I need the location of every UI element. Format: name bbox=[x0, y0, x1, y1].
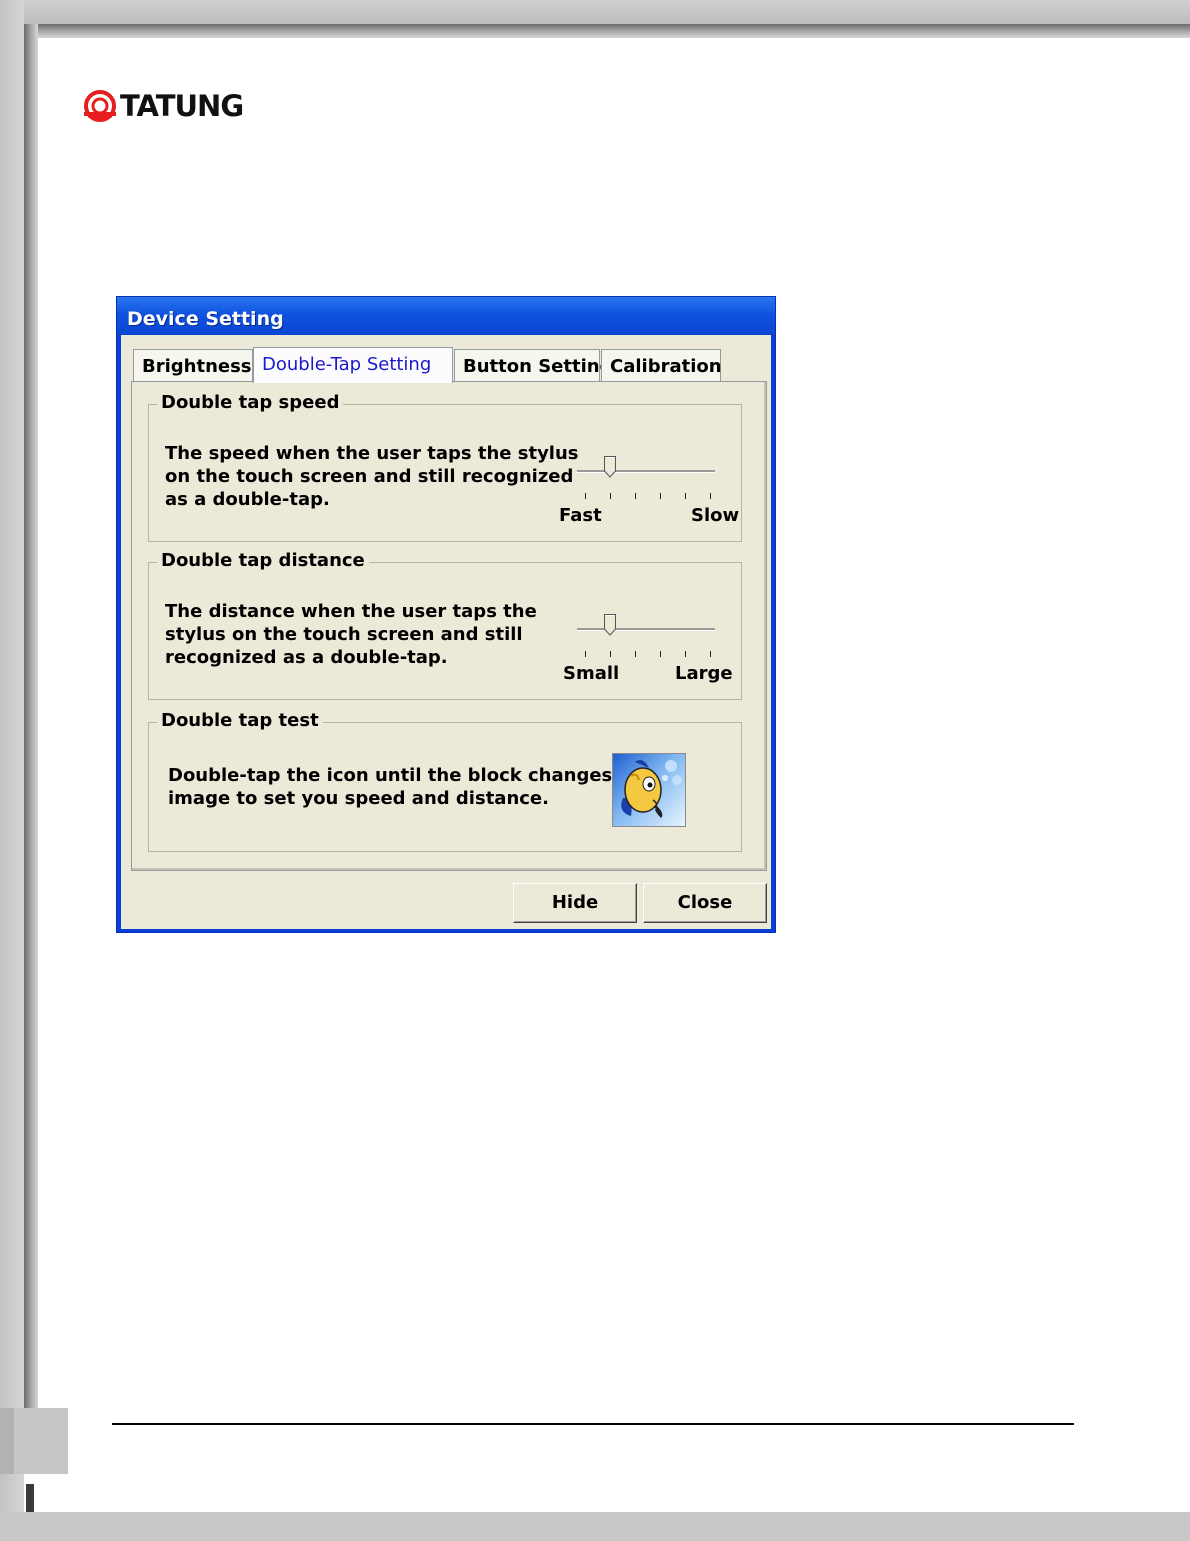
window-client-area: Brightness Double-Tap Setting Button Set… bbox=[121, 335, 771, 929]
slider-tick bbox=[585, 651, 586, 657]
slider-tick bbox=[660, 493, 661, 499]
tab-panel-double-tap: Double tap speed The speed when the user… bbox=[131, 381, 767, 871]
distance-description: The distance when the user taps the styl… bbox=[165, 601, 537, 668]
tatung-logo: TATUNG bbox=[82, 88, 244, 124]
slider-tick bbox=[585, 493, 586, 499]
tab-calibration-label: Calibration bbox=[610, 356, 722, 377]
slider-tick bbox=[710, 651, 711, 657]
page-corner-tick bbox=[26, 1484, 34, 1512]
group-double-tap-distance: Double tap distance The distance when th… bbox=[148, 550, 742, 700]
tatung-logo-icon bbox=[84, 90, 116, 122]
slider-tick bbox=[710, 493, 711, 499]
page-corner-notch bbox=[0, 1408, 14, 1474]
slider-tick bbox=[635, 493, 636, 499]
slider-tick bbox=[660, 651, 661, 657]
group-double-tap-speed: Double tap speed The speed when the user… bbox=[148, 392, 742, 542]
slider-track bbox=[577, 628, 715, 631]
tab-brightness-label: Brightness bbox=[142, 356, 252, 377]
distance-max-label: Large bbox=[675, 663, 733, 684]
group-legend-speed: Double tap speed bbox=[157, 392, 344, 413]
page-frame-top-shadow bbox=[24, 24, 1190, 38]
group-legend-distance: Double tap distance bbox=[157, 550, 369, 571]
logo-text: TATUNG bbox=[120, 89, 244, 123]
group-double-tap-test: Double tap test Double-tap the icon unti… bbox=[148, 710, 742, 852]
slider-thumb[interactable] bbox=[604, 614, 616, 636]
slider-track bbox=[577, 470, 715, 473]
speed-max-label: Slow bbox=[691, 505, 740, 526]
slider-thumb[interactable] bbox=[604, 456, 616, 478]
page-frame-left-shadow bbox=[24, 24, 38, 1412]
slider-tick bbox=[635, 651, 636, 657]
footer-rule bbox=[112, 1423, 1074, 1425]
device-setting-window: Device Setting Brightness Double-Tap Set… bbox=[116, 296, 776, 933]
page-frame-bottom bbox=[0, 1512, 1190, 1541]
distance-min-label: Small bbox=[563, 663, 620, 684]
tab-calibration[interactable]: Calibration bbox=[601, 349, 722, 381]
window-title: Device Setting bbox=[127, 308, 284, 330]
slider-tick bbox=[685, 651, 686, 657]
fish-icon[interactable] bbox=[612, 753, 686, 827]
close-button[interactable]: Close bbox=[643, 883, 767, 923]
tab-button-setting[interactable]: Button Setting bbox=[454, 349, 612, 381]
title-bar[interactable]: Device Setting bbox=[117, 297, 775, 335]
page-frame-top bbox=[0, 0, 1190, 24]
tab-double-tap-setting[interactable]: Double-Tap Setting bbox=[253, 347, 453, 383]
distance-slider[interactable]: Small Large bbox=[563, 611, 733, 684]
speed-description: The speed when the user taps the stylus … bbox=[165, 443, 579, 510]
slider-tick bbox=[685, 493, 686, 499]
group-legend-test: Double tap test bbox=[157, 710, 323, 731]
tab-button-setting-label: Button Setting bbox=[463, 356, 613, 377]
hide-button[interactable]: Hide bbox=[513, 883, 637, 923]
test-description: Double-tap the icon until the block chan… bbox=[168, 765, 613, 809]
speed-min-label: Fast bbox=[559, 505, 602, 526]
tab-brightness[interactable]: Brightness bbox=[133, 349, 253, 381]
page-frame-left bbox=[0, 0, 24, 1541]
slider-tick bbox=[610, 493, 611, 499]
slider-tick bbox=[610, 651, 611, 657]
speed-slider[interactable]: Fast Slow bbox=[559, 453, 739, 526]
tab-double-tap-setting-label: Double-Tap Setting bbox=[262, 354, 432, 375]
